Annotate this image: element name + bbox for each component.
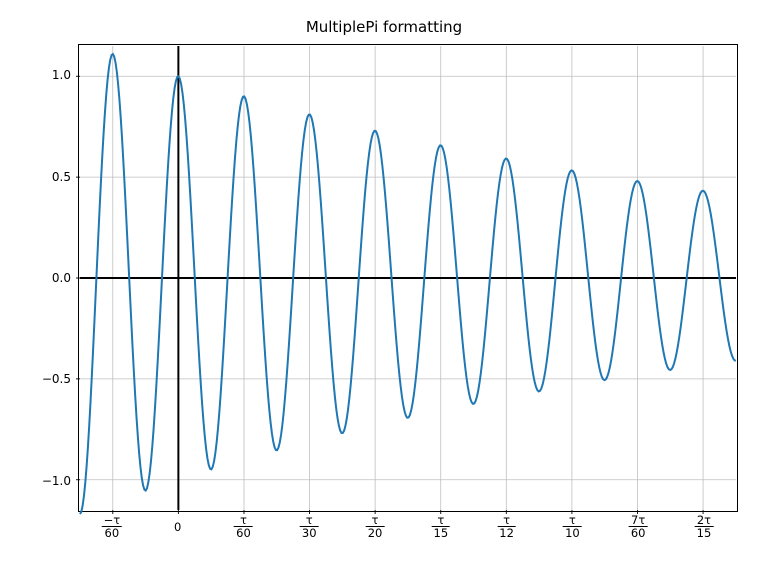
x-tick-label: 7τ60 [629, 514, 648, 539]
x-tick-label: 0 [174, 520, 181, 534]
x-tick-label: τ10 [563, 514, 582, 539]
plot-svg [79, 45, 737, 511]
x-tick-label: τ60 [234, 514, 253, 539]
x-tick-label: τ12 [497, 514, 516, 539]
y-tick-label: −1.0 [42, 474, 71, 488]
y-tick-label: 0.0 [52, 271, 71, 285]
figure: MultiplePi formatting −1.0−0.50.00.51.0 … [0, 0, 768, 576]
x-tick-label: τ20 [366, 514, 385, 539]
y-tick-label: 1.0 [52, 68, 71, 82]
y-tick-label: −0.5 [42, 372, 71, 386]
y-tick-label: 0.5 [52, 170, 71, 184]
plot-axes [78, 44, 738, 512]
x-tick-label: τ15 [432, 514, 451, 539]
x-tick-label: 2τ15 [695, 514, 714, 539]
x-tick-label: −τ60 [102, 514, 123, 539]
x-tick-label: τ30 [300, 514, 319, 539]
chart-title: MultiplePi formatting [0, 18, 768, 36]
